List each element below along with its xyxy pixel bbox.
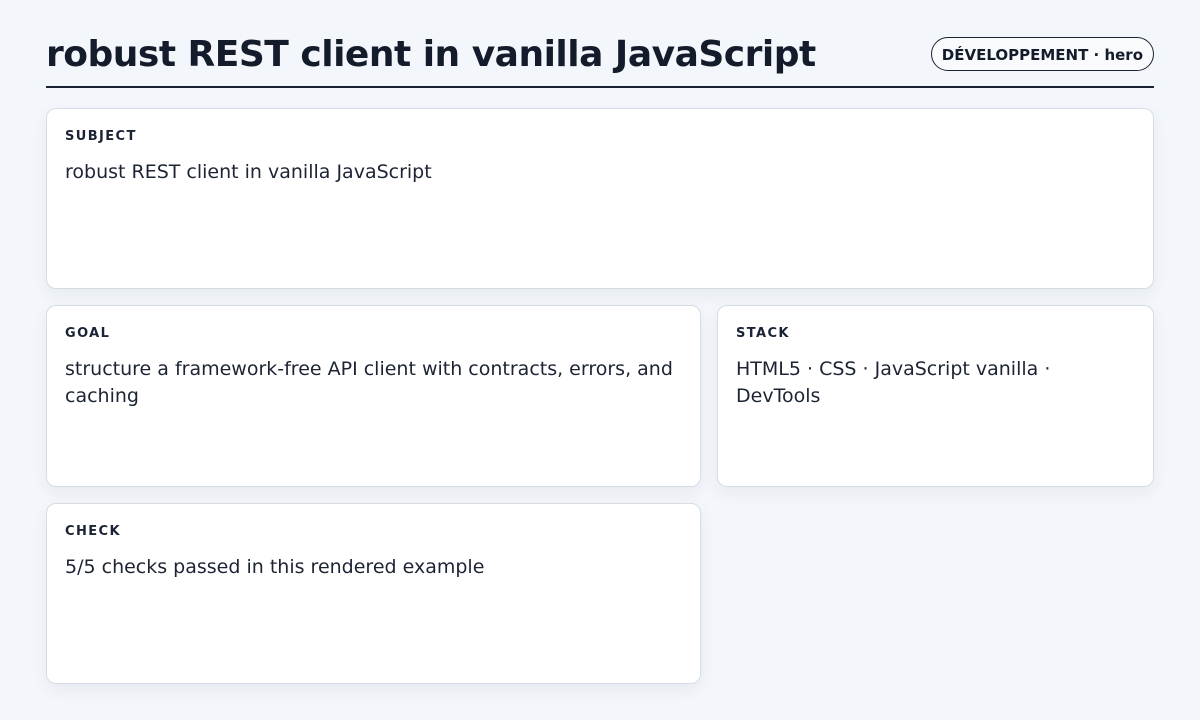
goal-text: structure a framework-free API client wi… — [65, 358, 673, 407]
check-card: CHECK 5/5 checks passed in this rendered… — [46, 503, 701, 684]
subject-text: robust REST client in vanilla JavaScript — [65, 161, 432, 183]
subject-label: SUBJECT — [65, 129, 137, 144]
goal-card: GOAL structure a framework-free API clie… — [46, 305, 701, 487]
stack-card: STACK HTML5 · CSS · JavaScript vanilla ·… — [717, 305, 1154, 487]
category-badge: DÉVELOPPEMENT · hero — [930, 37, 1154, 71]
page-header: robust REST client in vanilla JavaScript… — [46, 34, 1154, 88]
page-title: robust REST client in vanilla JavaScript — [46, 34, 816, 75]
check-label: CHECK — [65, 524, 121, 539]
subject-card: SUBJECT robust REST client in vanilla Ja… — [46, 108, 1154, 289]
stack-label: STACK — [736, 326, 790, 341]
page: robust REST client in vanilla JavaScript… — [46, 0, 1154, 720]
stack-text: HTML5 · CSS · JavaScript vanilla · DevTo… — [736, 358, 1051, 407]
check-text: 5/5 checks passed in this rendered examp… — [65, 556, 485, 578]
goal-label: GOAL — [65, 326, 111, 341]
